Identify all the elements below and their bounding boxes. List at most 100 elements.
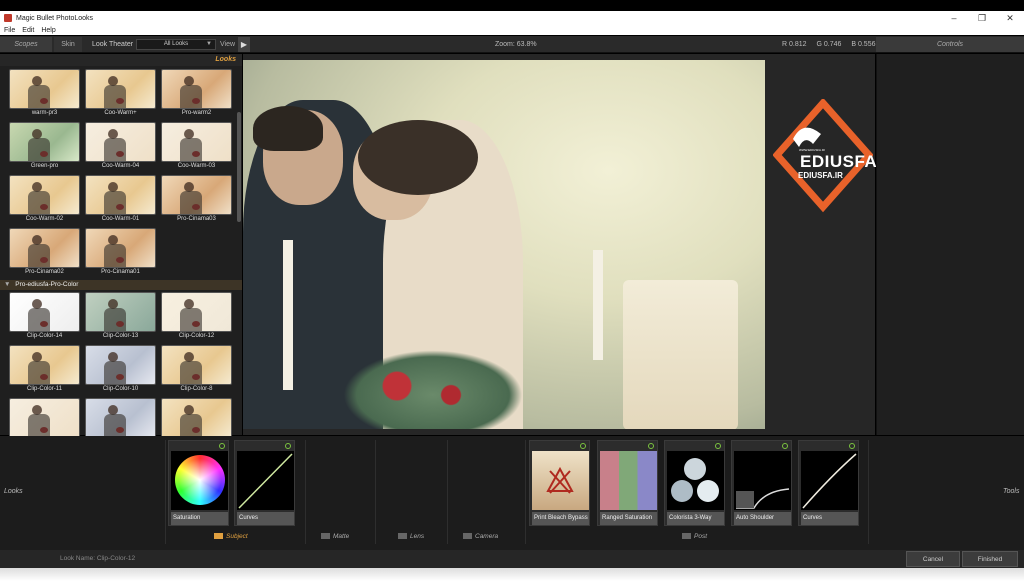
look-thumbnail[interactable]: Clip-Color-8 bbox=[161, 345, 232, 395]
chevron-down-icon: ▼ bbox=[206, 41, 212, 47]
look-preview-flower bbox=[116, 257, 124, 263]
look-name-status: Look Name: Clip-Color-12 bbox=[60, 555, 136, 562]
power-icon[interactable] bbox=[715, 443, 721, 449]
stage-subject[interactable]: Subject bbox=[214, 533, 248, 540]
tools-side-label[interactable]: Tools bbox=[1003, 488, 1019, 495]
look-thumbnail[interactable]: Clip-Color-11 bbox=[9, 345, 80, 395]
green-value: G 0.746 bbox=[816, 41, 842, 48]
stage-camera[interactable]: Camera bbox=[463, 533, 498, 540]
look-thumbnail-label: Clip-Color-11 bbox=[27, 386, 62, 392]
photo-flowers bbox=[343, 350, 523, 429]
look-thumbnail[interactable]: Coo-Warm-01 bbox=[85, 175, 156, 225]
photo-cake bbox=[623, 280, 738, 429]
menu-help[interactable]: Help bbox=[41, 27, 55, 34]
stage-post[interactable]: Post bbox=[682, 533, 707, 540]
tab-scopes[interactable]: Scopes bbox=[0, 37, 52, 52]
power-icon[interactable] bbox=[782, 443, 788, 449]
look-thumbnail[interactable]: Green-pro bbox=[9, 122, 80, 172]
tab-controls[interactable]: Controls bbox=[876, 37, 1024, 52]
look-preview-flower bbox=[116, 374, 124, 380]
look-preview-flower bbox=[192, 321, 200, 327]
stage-divider bbox=[868, 440, 869, 544]
preview-photo[interactable] bbox=[243, 60, 765, 429]
three-way-wheel bbox=[671, 480, 693, 502]
tool-ranged-saturation[interactable]: Ranged Saturation bbox=[597, 440, 658, 526]
stage-matte-label: Matte bbox=[333, 533, 350, 540]
curve-icon bbox=[238, 453, 293, 509]
tool-name: Curves bbox=[801, 512, 858, 525]
look-preview-flower bbox=[116, 427, 124, 433]
look-thumbnail[interactable]: Pro-warm2 bbox=[161, 69, 232, 119]
look-preview-image bbox=[161, 398, 232, 438]
look-thumbnail[interactable]: Coo-Warm-04 bbox=[85, 122, 156, 172]
menu-file[interactable]: File bbox=[4, 27, 15, 34]
look-preview-flower bbox=[192, 151, 200, 157]
photo-candle bbox=[593, 250, 603, 360]
shoulder-curve-icon bbox=[736, 488, 790, 509]
shoulder-curve-fill bbox=[736, 491, 754, 508]
three-way-icon bbox=[671, 458, 719, 502]
stage-lens[interactable]: Lens bbox=[398, 533, 424, 540]
matte-icon bbox=[321, 533, 330, 540]
tool-auto-shoulder[interactable]: Auto Shoulder bbox=[731, 440, 792, 526]
look-thumbnail[interactable]: warm-pr3 bbox=[9, 69, 80, 119]
power-icon[interactable] bbox=[219, 443, 225, 449]
power-icon[interactable] bbox=[580, 443, 586, 449]
look-preview-image bbox=[85, 292, 156, 332]
look-preview-image bbox=[85, 228, 156, 268]
look-preview-flower bbox=[116, 98, 124, 104]
looks-filter-value: All Looks bbox=[163, 41, 189, 47]
looks-scrollbar[interactable] bbox=[237, 112, 241, 222]
main-toolbar: Scopes Skin Look Theater All Looks ▼ Vie… bbox=[0, 36, 1024, 53]
power-icon[interactable] bbox=[285, 443, 291, 449]
look-thumbnail[interactable]: Coo-Warm-02 bbox=[9, 175, 80, 225]
look-thumbnail[interactable]: Clip-Color-10 bbox=[85, 345, 156, 395]
look-thumbnail-label: Pro-Cinama01 bbox=[101, 269, 140, 275]
look-preview-image bbox=[9, 175, 80, 215]
close-icon[interactable]: ✕ bbox=[996, 11, 1024, 25]
look-thumbnail-label: warm-pr3 bbox=[31, 110, 58, 116]
looks-filter-select[interactable]: All Looks ▼ bbox=[136, 39, 216, 50]
tool-print-bleach-bypass[interactable]: Print Bleach Bypass bbox=[529, 440, 590, 526]
status-bar: Look Name: Clip-Color-12 Cancel Finished bbox=[0, 550, 1024, 568]
look-thumbnail[interactable]: Clip-Color-14 bbox=[9, 292, 80, 342]
tool-curves[interactable]: Curves bbox=[234, 440, 295, 526]
bleach-icon bbox=[546, 466, 574, 494]
look-thumbnail[interactable]: Coo-Warm+ bbox=[85, 69, 156, 119]
look-preview-flower bbox=[192, 98, 200, 104]
minimize-icon[interactable]: – bbox=[940, 11, 968, 25]
stage-matte[interactable]: Matte bbox=[321, 533, 349, 540]
window-controls: – ❐ ✕ bbox=[940, 11, 1024, 25]
look-thumbnail[interactable]: Clip-Color-13 bbox=[85, 292, 156, 342]
tool-preview bbox=[600, 451, 657, 510]
play-icon[interactable]: ▶ bbox=[238, 37, 250, 52]
tool-saturation[interactable]: Saturation bbox=[168, 440, 229, 526]
blue-value: B 0.556 bbox=[851, 41, 876, 48]
look-preview-image bbox=[161, 122, 232, 162]
look-thumbnail[interactable]: Coo-Warm-03 bbox=[161, 122, 232, 172]
look-thumbnail[interactable]: Pro-Cinama01 bbox=[85, 228, 156, 278]
stage-post-label: Post bbox=[694, 533, 708, 540]
looks-side-label[interactable]: Looks bbox=[4, 488, 23, 495]
restore-icon[interactable]: ❐ bbox=[968, 11, 996, 25]
look-preview-image bbox=[161, 175, 232, 215]
camera-icon bbox=[463, 533, 472, 540]
cancel-button[interactable]: Cancel bbox=[906, 551, 960, 567]
tool-curves-post[interactable]: Curves bbox=[798, 440, 859, 526]
power-icon[interactable] bbox=[849, 443, 855, 449]
tab-skin[interactable]: Skin bbox=[54, 37, 82, 52]
post-icon bbox=[682, 533, 691, 540]
look-preview-flower bbox=[116, 151, 124, 157]
look-preview-flower bbox=[40, 374, 48, 380]
view-button[interactable]: View bbox=[220, 37, 235, 52]
menu-edit[interactable]: Edit bbox=[22, 27, 34, 34]
tool-colorista-3-way[interactable]: Colorista 3-Way bbox=[664, 440, 725, 526]
stage-subject-label: Subject bbox=[226, 533, 248, 540]
look-group-header[interactable]: ▼ Pro-ediusfa-Pro-Color bbox=[0, 280, 242, 290]
look-thumbnail[interactable]: Pro-Cinama03 bbox=[161, 175, 232, 225]
look-preview-image bbox=[161, 292, 232, 332]
look-thumbnail[interactable]: Pro-Cinama02 bbox=[9, 228, 80, 278]
look-thumbnail[interactable]: Clip-Color-12 bbox=[161, 292, 232, 342]
finished-button[interactable]: Finished bbox=[962, 551, 1018, 567]
power-icon[interactable] bbox=[648, 443, 654, 449]
